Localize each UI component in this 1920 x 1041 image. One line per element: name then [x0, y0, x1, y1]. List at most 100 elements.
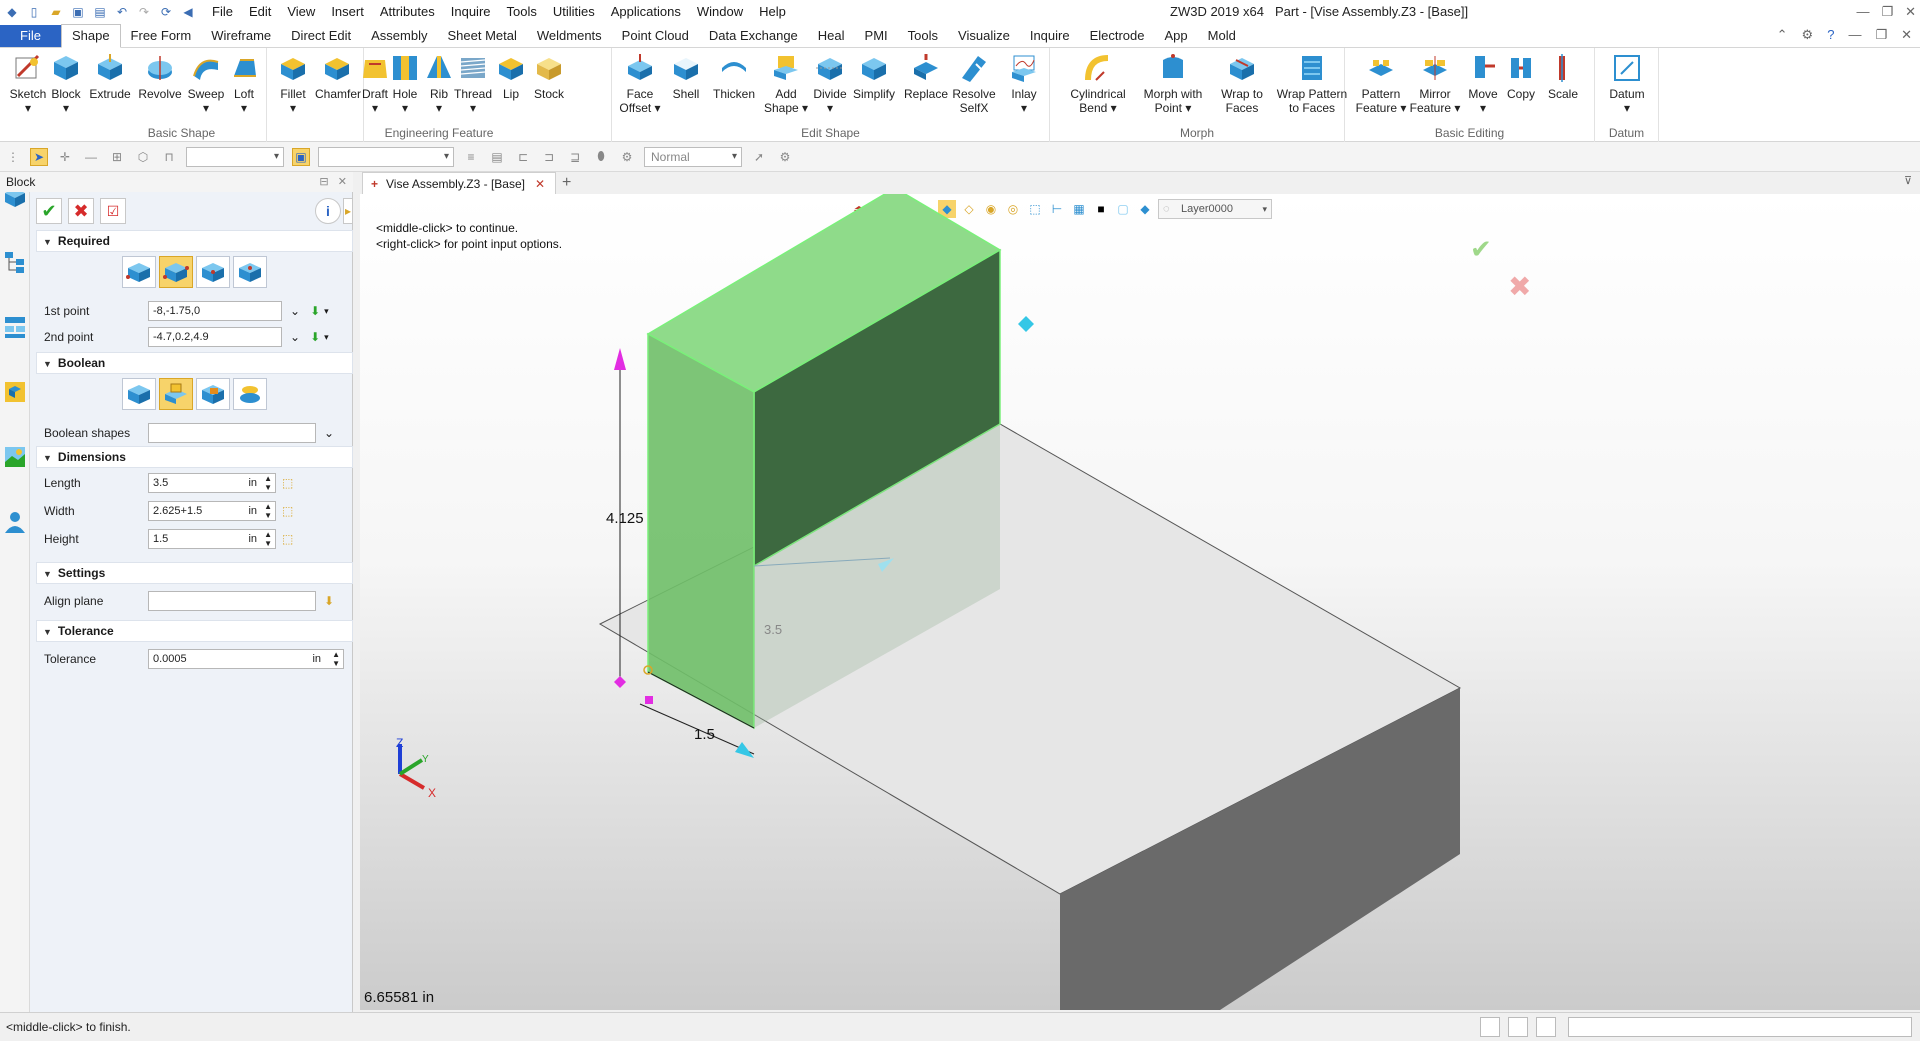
section-tolerance-header[interactable]: ▼ Tolerance: [36, 620, 353, 642]
menu-attributes[interactable]: Attributes: [372, 0, 443, 24]
length-input[interactable]: 3.5 in ▲ ▼: [148, 473, 276, 493]
panel-expand-icon[interactable]: ▸: [343, 198, 353, 224]
style-combo[interactable]: Normal: [644, 146, 742, 167]
section-dimensions-header[interactable]: ▼ Dimensions: [36, 446, 353, 468]
height-lock-icon[interactable]: ⬚: [282, 532, 293, 546]
tab-point-cloud[interactable]: Point Cloud: [612, 25, 699, 47]
align-right-icon[interactable]: ⊒: [566, 148, 584, 166]
pick-filter-icon[interactable]: ⊓: [160, 148, 178, 166]
loft-button[interactable]: Loft ▾: [222, 52, 266, 115]
first-point-expand-icon[interactable]: ⌄: [290, 304, 300, 318]
layer-select-icon[interactable]: ▣: [292, 147, 310, 166]
tab-inquire[interactable]: Inquire: [1020, 25, 1080, 47]
second-point-dropdown-icon[interactable]: ▾: [324, 332, 329, 343]
height-handle-icon[interactable]: [614, 348, 626, 370]
align-center-icon[interactable]: ⊐: [540, 148, 558, 166]
print-view-icon[interactable]: ▤: [488, 148, 506, 166]
mirror-feature-button[interactable]: Mirror Feature ▾: [1409, 52, 1461, 115]
align-plane-pick-icon[interactable]: ⬇: [324, 594, 334, 608]
tab-pin-icon[interactable]: +: [371, 177, 378, 191]
tab-sheet-metal[interactable]: Sheet Metal: [438, 25, 527, 47]
length-lock-icon[interactable]: ⬚: [282, 476, 293, 490]
gear-small-icon[interactable]: ⚙: [618, 148, 636, 166]
face-offset-button[interactable]: Face Offset ▾: [618, 52, 662, 115]
app-logo-icon[interactable]: ◆: [4, 4, 20, 20]
menu-help[interactable]: Help: [751, 0, 794, 24]
menu-applications[interactable]: Applications: [603, 0, 689, 24]
refresh-icon[interactable]: ⟳: [158, 4, 174, 20]
tab-mold[interactable]: Mold: [1198, 25, 1246, 47]
tab-direct-edit[interactable]: Direct Edit: [281, 25, 361, 47]
second-point-input[interactable]: -4.7,0.2,4.9: [148, 327, 282, 347]
status-list-icon[interactable]: [1536, 1017, 1556, 1037]
move-button[interactable]: Move ▾: [1463, 52, 1503, 115]
window-close-icon[interactable]: ✕: [1901, 27, 1912, 43]
add-tab-icon[interactable]: +: [562, 172, 571, 194]
pin-icon[interactable]: ⊟: [319, 176, 328, 188]
menu-inquire[interactable]: Inquire: [443, 0, 499, 24]
settings-gear-icon[interactable]: ⚙: [1802, 27, 1814, 43]
tab-free-form[interactable]: Free Form: [121, 25, 202, 47]
align-left-icon[interactable]: ⊏: [514, 148, 532, 166]
tab-assembly[interactable]: Assembly: [361, 25, 437, 47]
filter-combo[interactable]: [186, 146, 284, 167]
wrap-to-faces-button[interactable]: Wrap to Faces: [1216, 52, 1268, 115]
tab-close-icon[interactable]: ✕: [535, 177, 545, 191]
entity-combo[interactable]: [318, 146, 454, 167]
history-tree-icon[interactable]: [2, 249, 28, 275]
apply-button[interactable]: ☑: [100, 198, 126, 224]
align-plane-input[interactable]: [148, 591, 316, 611]
collapse-ribbon-icon[interactable]: ⌃: [1777, 27, 1788, 43]
options-icon[interactable]: ⚙: [776, 148, 794, 166]
pattern-feature-button[interactable]: Pattern Feature ▾: [1355, 52, 1407, 115]
datum-button[interactable]: Datum ▾: [1605, 52, 1649, 115]
cylindrical-bend-button[interactable]: Cylindrical Bend ▾: [1070, 52, 1126, 115]
menu-tools[interactable]: Tools: [499, 0, 545, 24]
block-two-point-icon[interactable]: [159, 256, 193, 288]
status-input-field[interactable]: [1568, 1017, 1912, 1037]
visual-styles-icon[interactable]: [2, 444, 28, 470]
panel-close-icon[interactable]: ✕: [338, 176, 347, 188]
block-face-center-icon[interactable]: [233, 256, 267, 288]
new-file-icon[interactable]: ▯: [26, 4, 42, 20]
boolean-shapes-input[interactable]: [148, 423, 316, 443]
datum-point-icon[interactable]: [1018, 316, 1034, 332]
replace-button[interactable]: Replace: [904, 52, 948, 101]
filter-icon[interactable]: ⊞: [108, 148, 126, 166]
tab-visualize[interactable]: Visualize: [948, 25, 1020, 47]
assembly-tree-icon[interactable]: [2, 314, 28, 340]
menu-window[interactable]: Window: [689, 0, 751, 24]
fillet-button[interactable]: Fillet ▾: [271, 52, 315, 115]
block-button[interactable]: Block ▾: [44, 52, 88, 115]
tab-app[interactable]: App: [1155, 25, 1198, 47]
status-layout-icon[interactable]: [1480, 1017, 1500, 1037]
cursor-icon[interactable]: ➚: [750, 148, 768, 166]
tab-pmi[interactable]: PMI: [855, 25, 898, 47]
menu-file[interactable]: File: [204, 0, 241, 24]
status-screen-icon[interactable]: [1508, 1017, 1528, 1037]
thicken-button[interactable]: Thicken: [712, 52, 756, 101]
extrude-button[interactable]: Extrude: [88, 52, 132, 101]
section-settings-header[interactable]: ▼ Settings: [36, 562, 353, 584]
length-dimension-label[interactable]: 3.5: [764, 622, 782, 637]
block-center-icon[interactable]: [196, 256, 230, 288]
select-pointer-icon[interactable]: ➤: [30, 147, 48, 166]
scale-button[interactable]: Scale: [1543, 52, 1583, 101]
stock-button[interactable]: Stock: [527, 52, 571, 101]
pick-icon[interactable]: ✛: [56, 148, 74, 166]
undo-icon[interactable]: ↶: [114, 4, 130, 20]
tab-wireframe[interactable]: Wireframe: [201, 25, 281, 47]
section-boolean-header[interactable]: ▼ Boolean: [36, 352, 353, 374]
cancel-button[interactable]: ✖: [68, 198, 94, 224]
second-point-expand-icon[interactable]: ⌄: [290, 330, 300, 344]
help-icon[interactable]: ?: [1827, 27, 1834, 43]
print-icon[interactable]: ▤: [92, 4, 108, 20]
height-dimension-label[interactable]: 4.125: [606, 510, 644, 527]
menu-view[interactable]: View: [279, 0, 323, 24]
revolve-button[interactable]: Revolve: [138, 52, 182, 101]
boolean-remove-icon[interactable]: [196, 378, 230, 410]
add-shape-button[interactable]: Add Shape ▾: [764, 52, 808, 115]
part-library-icon[interactable]: [2, 379, 28, 405]
menu-edit[interactable]: Edit: [241, 0, 279, 24]
resolve-selfx-button[interactable]: Resolve SelfX: [952, 52, 996, 115]
